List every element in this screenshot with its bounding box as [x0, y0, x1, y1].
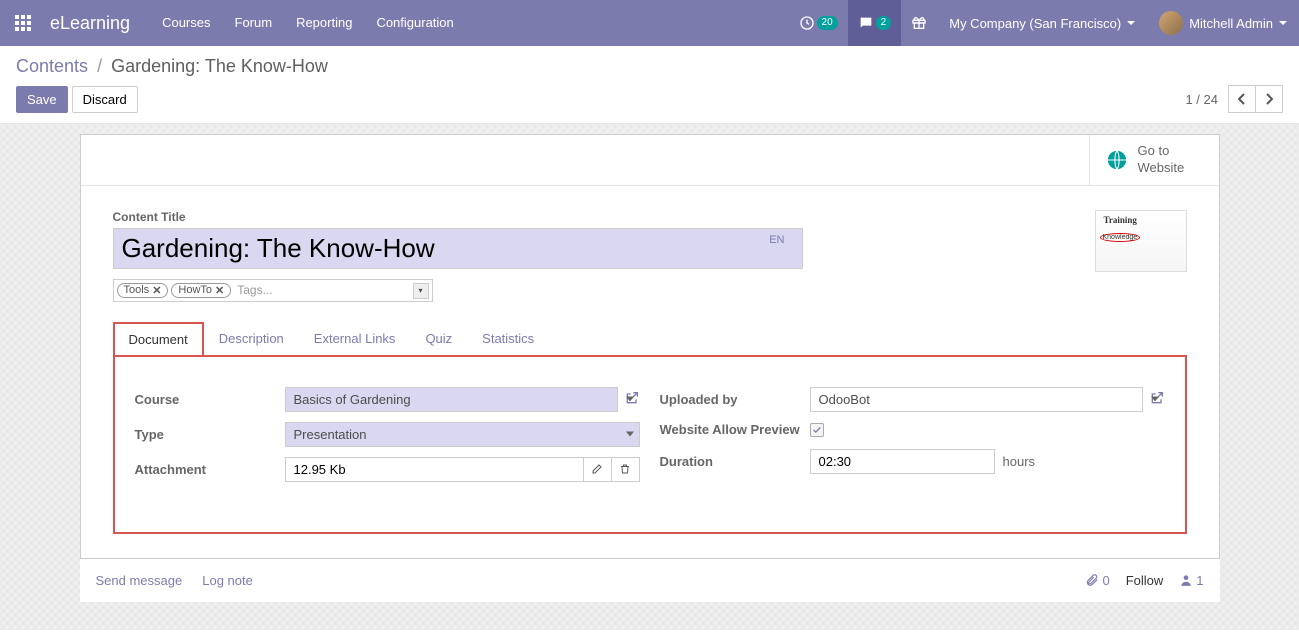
chevron-down-icon: [1127, 21, 1135, 25]
tab-external-links[interactable]: External Links: [299, 322, 411, 357]
save-button[interactable]: Save: [16, 86, 68, 113]
pager-counter[interactable]: 1 / 24: [1185, 92, 1218, 107]
discuss-badge: 2: [876, 16, 892, 30]
company-switcher[interactable]: My Company (San Francisco): [937, 0, 1147, 46]
pager-prev-button[interactable]: [1228, 85, 1256, 113]
app-brand[interactable]: eLearning: [46, 13, 150, 34]
pager: 1 / 24: [1185, 85, 1283, 113]
followers-count[interactable]: 1: [1179, 573, 1203, 588]
chevron-down-icon: [1279, 21, 1287, 25]
content-title-label: Content Title: [113, 210, 1095, 224]
discard-button[interactable]: Discard: [72, 86, 138, 113]
nav-forum[interactable]: Forum: [223, 0, 285, 46]
stat-line2: Website: [1138, 160, 1185, 177]
content-thumbnail[interactable]: [1095, 210, 1187, 272]
company-name: My Company (San Francisco): [949, 16, 1121, 31]
type-label: Type: [135, 427, 285, 442]
external-link-icon[interactable]: [624, 390, 640, 409]
type-select[interactable]: Presentation: [285, 422, 640, 447]
notebook: Document Description External Links Quiz…: [113, 322, 1187, 534]
tab-quiz[interactable]: Quiz: [410, 322, 467, 357]
translate-button[interactable]: EN: [769, 234, 784, 246]
tab-statistics[interactable]: Statistics: [467, 322, 549, 357]
avatar: [1159, 11, 1183, 35]
duration-input[interactable]: [810, 449, 995, 474]
attachment-label: Attachment: [135, 462, 285, 477]
content-title-input[interactable]: [113, 228, 803, 269]
course-select[interactable]: Basics of Gardening: [285, 387, 618, 412]
pager-next-button[interactable]: [1255, 85, 1283, 113]
tag-tools: Tools✕: [117, 283, 169, 298]
external-link-icon[interactable]: [1149, 390, 1165, 409]
notebook-tabs: Document Description External Links Quiz…: [113, 322, 1187, 357]
send-message-button[interactable]: Send message: [96, 573, 183, 588]
tags-placeholder: Tags...: [237, 283, 428, 297]
tags-input[interactable]: Tools✕ HowTo✕ Tags... ▾: [113, 279, 433, 302]
duration-label: Duration: [660, 454, 810, 469]
follow-button[interactable]: Follow: [1126, 573, 1164, 588]
delete-attachment-button[interactable]: [612, 457, 640, 482]
allow-preview-checkbox[interactable]: [810, 423, 824, 437]
nav-menu: Courses Forum Reporting Configuration: [150, 0, 466, 46]
tag-howto: HowTo✕: [171, 283, 231, 298]
tab-document-page: Course Basics of Gardening: [113, 355, 1187, 534]
stat-line1: Go to: [1138, 143, 1185, 160]
gift-icon[interactable]: [901, 0, 937, 46]
tag-remove-icon[interactable]: ✕: [152, 284, 161, 297]
nav-reporting[interactable]: Reporting: [284, 0, 364, 46]
edit-attachment-button[interactable]: [584, 457, 612, 482]
uploaded-by-select[interactable]: OdooBot: [810, 387, 1143, 412]
user-name: Mitchell Admin: [1189, 16, 1273, 31]
course-label: Course: [135, 392, 285, 407]
breadcrumb-parent[interactable]: Contents: [16, 56, 88, 76]
breadcrumb-current: Gardening: The Know-How: [111, 56, 328, 76]
duration-unit: hours: [1003, 454, 1036, 469]
breadcrumb: Contents / Gardening: The Know-How: [16, 56, 1283, 77]
tab-document[interactable]: Document: [113, 322, 204, 357]
breadcrumb-sep: /: [97, 56, 102, 76]
tags-dropdown-icon[interactable]: ▾: [413, 283, 429, 299]
activities-badge: 20: [817, 16, 838, 30]
tag-remove-icon[interactable]: ✕: [215, 284, 224, 297]
chatter: Send message Log note 0 Follow 1: [80, 559, 1220, 602]
form-view: Go to Website Content Title EN Tools✕ H: [0, 124, 1299, 630]
tab-description[interactable]: Description: [204, 322, 299, 357]
go-to-website-button[interactable]: Go to Website: [1089, 135, 1219, 185]
top-navbar: eLearning Courses Forum Reporting Config…: [0, 0, 1299, 46]
form-sheet: Go to Website Content Title EN Tools✕ H: [80, 134, 1220, 559]
control-panel: Contents / Gardening: The Know-How Save …: [0, 46, 1299, 124]
nav-configuration[interactable]: Configuration: [364, 0, 465, 46]
nav-courses[interactable]: Courses: [150, 0, 222, 46]
activities-icon[interactable]: 20: [789, 0, 848, 46]
apps-icon[interactable]: [0, 0, 46, 46]
user-menu[interactable]: Mitchell Admin: [1147, 0, 1299, 46]
allow-preview-label: Website Allow Preview: [660, 422, 810, 439]
log-note-button[interactable]: Log note: [202, 573, 253, 588]
button-box: Go to Website: [81, 135, 1219, 186]
uploaded-by-label: Uploaded by: [660, 392, 810, 407]
discuss-icon[interactable]: 2: [848, 0, 902, 46]
attachment-input[interactable]: [285, 457, 584, 482]
attachments-count[interactable]: 0: [1085, 573, 1109, 588]
